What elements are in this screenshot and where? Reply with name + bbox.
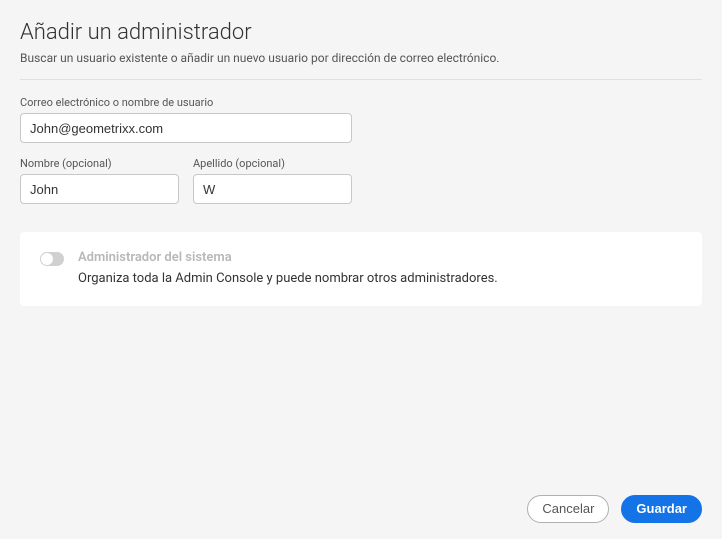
- lastname-group: Apellido (opcional): [193, 157, 352, 204]
- admin-row: Administrador del sistema Organiza toda …: [40, 250, 682, 286]
- email-input[interactable]: [20, 113, 352, 143]
- admin-text: Administrador del sistema Organiza toda …: [78, 250, 682, 286]
- toggle-knob: [41, 253, 53, 265]
- firstname-label: Nombre (opcional): [20, 157, 179, 170]
- add-admin-dialog: Añadir un administrador Buscar un usuari…: [0, 0, 722, 539]
- email-row: Correo electrónico o nombre de usuario: [20, 96, 702, 143]
- admin-panel: Administrador del sistema Organiza toda …: [20, 232, 702, 306]
- system-admin-description: Organiza toda la Admin Console y puede n…: [78, 271, 682, 286]
- firstname-group: Nombre (opcional): [20, 157, 179, 204]
- system-admin-toggle[interactable]: [40, 252, 64, 266]
- dialog-subtitle: Buscar un usuario existente o añadir un …: [20, 51, 702, 65]
- lastname-label: Apellido (opcional): [193, 157, 352, 170]
- divider: [20, 79, 702, 80]
- dialog-title: Añadir un administrador: [20, 20, 702, 45]
- dialog-footer: Cancelar Guardar: [527, 495, 702, 523]
- email-label: Correo electrónico o nombre de usuario: [20, 96, 352, 109]
- name-row: Nombre (opcional) Apellido (opcional): [20, 157, 702, 204]
- cancel-button[interactable]: Cancelar: [527, 495, 609, 523]
- lastname-input[interactable]: [193, 174, 352, 204]
- email-group: Correo electrónico o nombre de usuario: [20, 96, 352, 143]
- firstname-input[interactable]: [20, 174, 179, 204]
- save-button[interactable]: Guardar: [621, 495, 702, 523]
- system-admin-label: Administrador del sistema: [78, 250, 682, 265]
